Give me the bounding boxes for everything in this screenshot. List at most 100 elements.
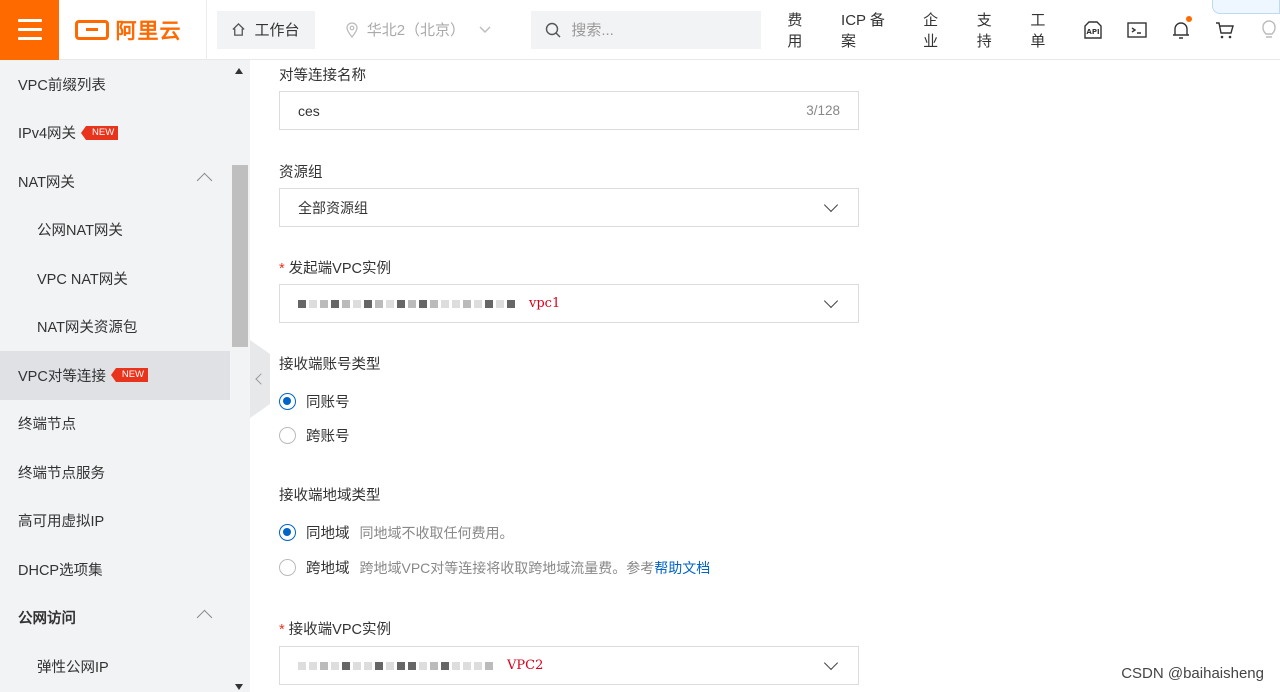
region-type-label: 接收端地域类型	[279, 488, 381, 504]
sidebar-item-label: VPC前缀列表	[18, 77, 106, 94]
same-region-hint: 同地域不收取任何费用。	[359, 524, 514, 541]
sidebar-item-endpoint[interactable]: 终端节点	[0, 400, 230, 449]
masked-vpc-id	[298, 661, 493, 670]
chevron-down-icon	[823, 197, 839, 213]
sidebar: VPC前缀列表 IPv4网关 NEW NAT网关 公网NAT网关 VPC NAT网…	[0, 60, 230, 692]
sidebar-item-vpc-prefix-list[interactable]: VPC前缀列表	[0, 60, 230, 109]
sidebar-item-vpc-peering[interactable]: VPC对等连接 NEW	[0, 351, 230, 400]
sidebar-item-label: 终端节点	[18, 417, 76, 434]
radio-unselected-icon	[279, 559, 296, 576]
radio-cross-account[interactable]: 跨账号	[279, 425, 350, 446]
notification-dot	[1185, 15, 1192, 22]
hamburger-menu-button[interactable]	[0, 0, 60, 60]
corner-card	[1212, 0, 1280, 14]
radio-selected-icon	[279, 393, 296, 410]
logo-mark-icon	[75, 19, 110, 40]
workbench-button[interactable]: 工作台	[217, 10, 315, 49]
scroll-down-arrow-icon[interactable]	[235, 684, 243, 690]
sidebar-item-havip[interactable]: 高可用虚拟IP	[0, 497, 230, 546]
account-type-label: 接收端账号类型	[279, 357, 381, 373]
resource-group-value: 全部资源组	[298, 199, 368, 216]
sidebar-item-label: 高可用虚拟IP	[18, 514, 105, 531]
sidebar-item-public-access[interactable]: 公网访问	[0, 594, 230, 643]
radio-same-account[interactable]: 同账号	[279, 391, 350, 412]
sidebar-item-label: NAT网关	[18, 174, 75, 191]
sidebar-item-nat-gateway[interactable]: NAT网关	[0, 157, 230, 206]
link-icp[interactable]: ICP 备案	[841, 9, 899, 51]
required-mark: *	[279, 622, 285, 638]
radio-unselected-icon	[279, 427, 296, 444]
resource-group-select[interactable]: 全部资源组	[279, 188, 859, 227]
terminal-icon[interactable]	[1126, 19, 1148, 41]
sidebar-item-label: DHCP选项集	[18, 562, 103, 579]
chevron-up-icon	[196, 609, 213, 625]
radio-label: 跨地域	[306, 561, 350, 577]
cart-icon[interactable]	[1214, 19, 1236, 41]
required-mark: *	[279, 261, 285, 277]
cross-region-hint-text: 跨地域VPC对等连接将收取跨地域流量费。参考	[359, 559, 655, 576]
sidebar-item-vpc-nat[interactable]: VPC NAT网关	[0, 254, 230, 303]
workbench-label: 工作台	[254, 22, 300, 39]
sidebar-item-label: IPv4网关	[18, 126, 77, 143]
scroll-up-arrow-icon[interactable]	[235, 68, 243, 74]
top-navigation-bar: 阿里云 工作台 华北2（北京） 搜索... 费用 ICP 备案 企业 支持 工单…	[0, 0, 1280, 60]
initiator-vpc-label: * 发起端VPC实例	[279, 257, 391, 278]
chevron-up-icon	[196, 172, 213, 189]
resource-group-label: 资源组	[279, 165, 323, 181]
logo-text: 阿里云	[115, 19, 182, 43]
lightbulb-icon[interactable]	[1258, 19, 1280, 41]
sidebar-item-endpoint-service[interactable]: 终端节点服务	[0, 448, 230, 497]
api-icon[interactable]: API	[1082, 19, 1104, 41]
name-input[interactable]: ces 3/128	[279, 91, 859, 130]
new-badge: NEW	[110, 368, 148, 383]
scroll-thumb[interactable]	[232, 165, 248, 347]
link-enterprise[interactable]: 企业	[923, 9, 953, 51]
name-label: 对等连接名称	[279, 68, 366, 84]
receiver-vpc-label-text: 接收端VPC实例	[288, 622, 391, 638]
top-links: 费用 ICP 备案 企业 支持 工单	[787, 9, 1060, 51]
initiator-vpc-label-text: 发起端VPC实例	[288, 261, 391, 277]
sidebar-item-public-nat[interactable]: 公网NAT网关	[0, 206, 230, 255]
collapse-sidebar-button[interactable]	[250, 340, 270, 418]
sidebar-item-label: 弹性公网IP	[37, 659, 109, 676]
radio-label: 同账号	[306, 395, 350, 411]
link-ticket[interactable]: 工单	[1030, 9, 1060, 51]
aliyun-logo[interactable]: 阿里云	[59, 0, 188, 60]
bell-icon[interactable]	[1170, 15, 1192, 41]
receiver-vpc-label: * 接收端VPC实例	[279, 618, 391, 639]
link-support[interactable]: 支持	[977, 9, 1007, 51]
masked-vpc-id	[298, 299, 515, 308]
chevron-left-icon	[255, 373, 267, 385]
chevron-down-icon	[479, 26, 491, 33]
svg-text:API: API	[1086, 28, 1099, 36]
sidebar-scrollbar[interactable]	[230, 60, 250, 692]
receiver-vpc-note: VPC2	[507, 658, 544, 673]
chevron-down-icon	[823, 655, 839, 671]
initiator-vpc-note: vpc1	[529, 296, 561, 311]
sidebar-item-label: NAT网关资源包	[37, 320, 138, 337]
chevron-down-icon	[823, 293, 839, 309]
sidebar-item-dhcp[interactable]: DHCP选项集	[0, 545, 230, 594]
radio-cross-region[interactable]: 跨地域 跨地域VPC对等连接将收取跨地域流量费。参考帮助文档	[279, 557, 710, 578]
char-counter: 3/128	[806, 103, 840, 118]
help-doc-link[interactable]: 帮助文档	[654, 560, 710, 576]
sidebar-item-label: 终端节点服务	[18, 465, 105, 482]
radio-selected-icon	[279, 524, 296, 541]
sidebar-item-ipv4-gateway[interactable]: IPv4网关 NEW	[0, 109, 230, 158]
initiator-vpc-select[interactable]: vpc1	[279, 284, 859, 323]
radio-same-region[interactable]: 同地域 同地域不收取任何费用。	[279, 522, 514, 543]
search-placeholder: 搜索...	[571, 22, 614, 39]
new-badge: NEW	[80, 125, 119, 140]
region-label: 华北2（北京）	[366, 22, 466, 39]
home-icon	[232, 22, 246, 36]
top-icons: API	[1082, 15, 1280, 41]
sidebar-item-nat-package[interactable]: NAT网关资源包	[0, 303, 230, 352]
region-selector[interactable]: 华北2（北京）	[345, 19, 504, 40]
sidebar-item-label: 公网NAT网关	[37, 223, 123, 240]
receiver-vpc-select[interactable]: VPC2	[279, 646, 859, 685]
search-input[interactable]: 搜索...	[531, 10, 762, 49]
sidebar-item-eip[interactable]: 弹性公网IP	[0, 642, 230, 691]
link-fees[interactable]: 费用	[787, 9, 817, 51]
location-pin-icon	[346, 21, 358, 38]
sidebar-item-label: VPC对等连接	[18, 368, 106, 385]
